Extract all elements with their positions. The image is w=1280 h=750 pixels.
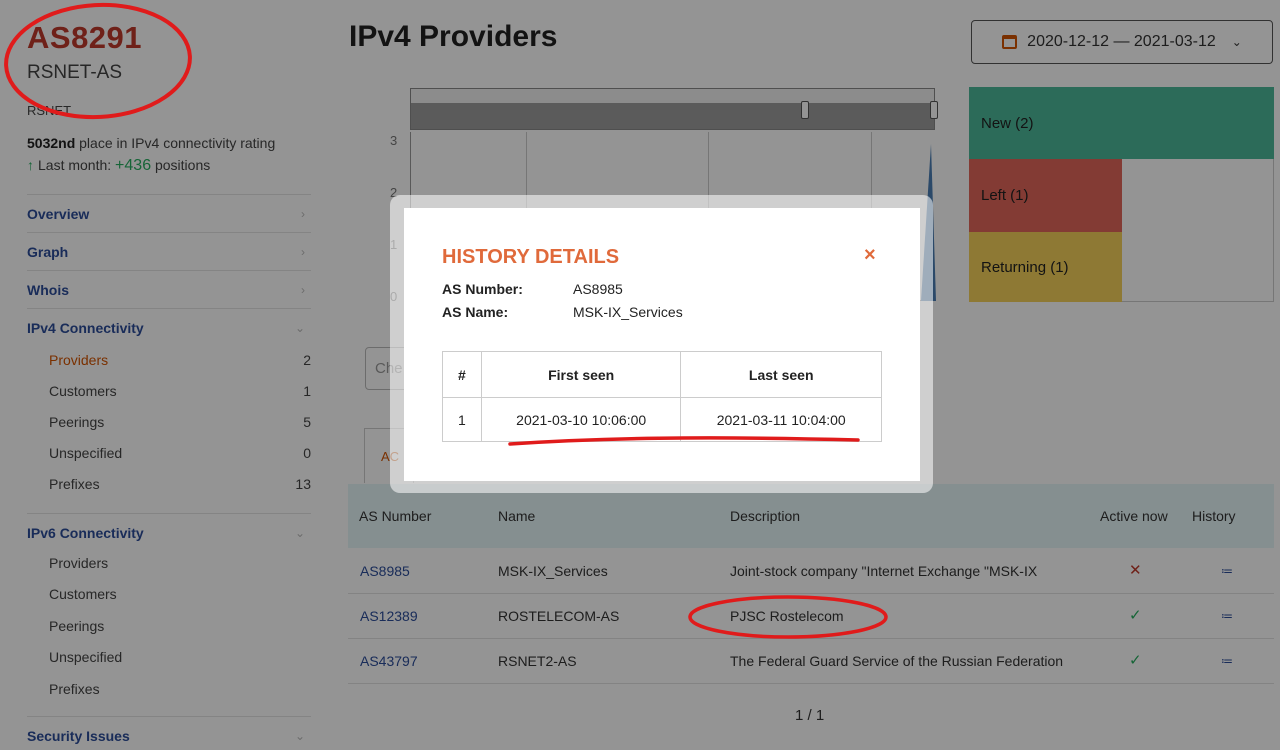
last-seen-value: 2021-03-11 10:04:00 xyxy=(680,397,882,442)
history-table-header: # First seen Last seen xyxy=(442,351,882,398)
as-name-label: AS Name: xyxy=(442,304,509,320)
modal-title: HISTORY DETAILS xyxy=(442,246,620,268)
as-name-value: MSK-IX_Services xyxy=(573,304,683,320)
history-table: # First seen Last seen 1 2021-03-10 10:0… xyxy=(442,351,882,442)
first-seen-value: 2021-03-10 10:06:00 xyxy=(480,397,682,442)
row-index: 1 xyxy=(442,397,482,442)
history-details-modal: HISTORY DETAILS × AS Number: AS8985 AS N… xyxy=(404,208,920,481)
column-header-last-seen: Last seen xyxy=(680,351,882,398)
as-number-value: AS8985 xyxy=(573,281,623,297)
table-row: 1 2021-03-10 10:06:00 2021-03-11 10:04:0… xyxy=(442,397,882,442)
close-icon[interactable]: × xyxy=(864,244,876,267)
column-header-first-seen: First seen xyxy=(480,351,682,398)
column-header-index: # xyxy=(442,351,482,398)
as-number-label: AS Number: xyxy=(442,281,523,297)
